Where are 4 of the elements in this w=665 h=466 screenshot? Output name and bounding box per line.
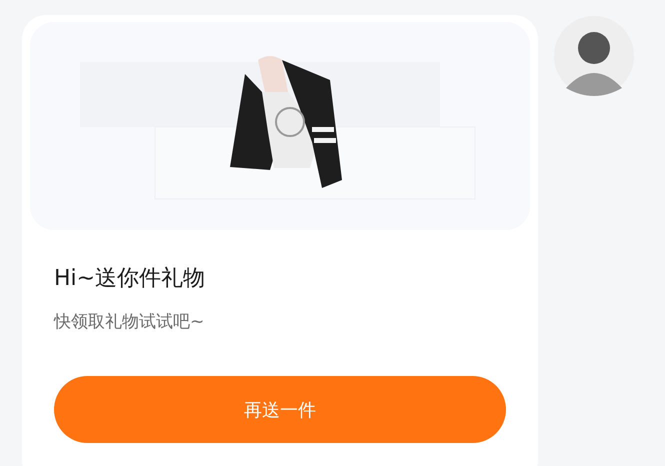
send-again-button[interactable]: 再送一件 [54, 376, 506, 443]
message-text: 快领取礼物试试吧~ [54, 311, 206, 334]
message-title: Hi~送你件礼物 [54, 265, 206, 293]
avatar[interactable] [554, 16, 634, 96]
